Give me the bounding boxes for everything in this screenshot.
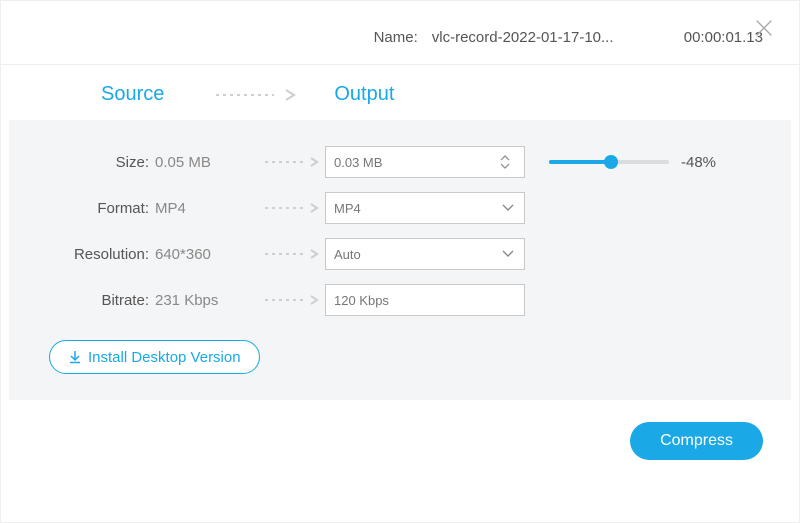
column-headings: Source Output <box>1 65 799 120</box>
download-icon <box>68 350 82 364</box>
size-slider-group: -48% <box>549 154 716 171</box>
size-output-stepper[interactable]: 0.03 MB <box>325 146 525 178</box>
format-output-select[interactable]: MP4 <box>325 192 525 224</box>
format-source-value: MP4 <box>155 200 265 217</box>
file-name: vlc-record-2022-01-17-10... <box>432 29 642 46</box>
compress-button[interactable]: Compress <box>630 422 763 460</box>
resolution-output-select[interactable]: Auto <box>325 238 525 270</box>
size-label: Size: <box>45 154 155 171</box>
install-desktop-label: Install Desktop Version <box>88 349 241 366</box>
arrow-icon <box>265 203 325 213</box>
bitrate-output-input[interactable]: 120 Kbps <box>325 284 525 316</box>
arrow-icon <box>265 295 325 305</box>
close-icon <box>753 17 775 39</box>
file-duration: 00:00:01.13 <box>684 29 763 46</box>
settings-panel: Size: 0.05 MB 0.03 MB -48% Format: <box>9 120 791 400</box>
resolution-label: Resolution: <box>45 246 155 263</box>
chevron-down-icon <box>500 204 516 212</box>
arrow-icon <box>265 157 325 167</box>
format-row: Format: MP4 MP4 <box>45 188 755 228</box>
close-button[interactable] <box>753 17 775 39</box>
size-row: Size: 0.05 MB 0.03 MB -48% <box>45 142 755 182</box>
size-percent: -48% <box>681 154 716 171</box>
bitrate-row: Bitrate: 231 Kbps 120 Kbps <box>45 280 755 320</box>
source-heading: Source <box>101 83 164 106</box>
arrow-icon <box>214 88 304 102</box>
size-slider[interactable] <box>549 160 669 164</box>
dialog-footer: Compress <box>1 400 799 482</box>
size-source-value: 0.05 MB <box>155 154 265 171</box>
bitrate-source-value: 231 Kbps <box>155 292 265 309</box>
name-label: Name: <box>374 29 418 46</box>
arrow-icon <box>265 249 325 259</box>
compress-dialog: Name: vlc-record-2022-01-17-10... 00:00:… <box>0 0 800 523</box>
output-heading: Output <box>334 83 394 106</box>
slider-thumb[interactable] <box>604 155 618 169</box>
format-output-value: MP4 <box>334 201 500 216</box>
file-header: Name: vlc-record-2022-01-17-10... 00:00:… <box>1 1 799 64</box>
bitrate-label: Bitrate: <box>45 292 155 309</box>
stepper-icon <box>500 155 516 169</box>
format-label: Format: <box>45 200 155 217</box>
resolution-row: Resolution: 640*360 Auto <box>45 234 755 274</box>
chevron-down-icon <box>500 250 516 258</box>
size-output-value: 0.03 MB <box>334 155 500 170</box>
resolution-source-value: 640*360 <box>155 246 265 263</box>
install-desktop-button[interactable]: Install Desktop Version <box>49 340 260 374</box>
slider-fill <box>549 160 611 164</box>
bitrate-output-value: 120 Kbps <box>334 293 516 308</box>
resolution-output-value: Auto <box>334 247 500 262</box>
